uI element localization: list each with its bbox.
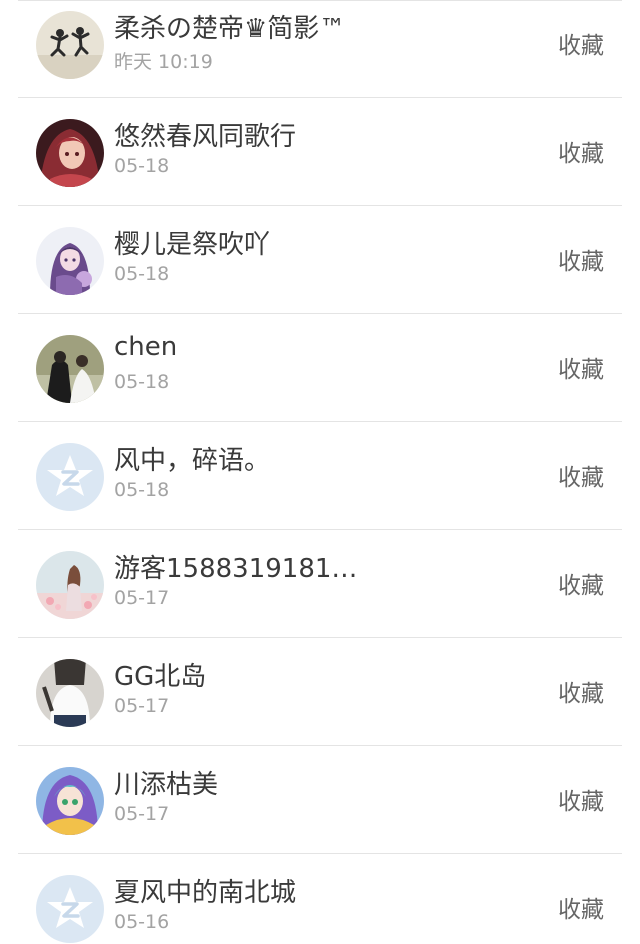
divider — [18, 637, 622, 638]
user-name: 悠然春风同歌行 — [114, 122, 297, 152]
user-name: 柔杀の楚帝♛简影™ — [114, 14, 346, 44]
user-name: 夏风中的南北城 — [114, 878, 297, 908]
favorite-button[interactable]: 收藏 — [558, 674, 604, 708]
favorite-button[interactable]: 收藏 — [558, 458, 604, 492]
timestamp: 05-18 — [114, 263, 170, 285]
timestamp: 05-18 — [114, 371, 170, 393]
divider — [18, 97, 622, 98]
favorite-button[interactable]: 收藏 — [558, 890, 604, 924]
timestamp: 05-18 — [114, 479, 170, 501]
list-item[interactable]: 柔杀の楚帝♛简影™ 昨天 10:19 收藏 — [0, 0, 640, 97]
anime-girl-red-image — [36, 119, 104, 187]
avatar[interactable] — [36, 659, 104, 727]
avatar[interactable] — [36, 119, 104, 187]
divider — [18, 745, 622, 746]
timestamp: 05-17 — [114, 587, 170, 609]
list-item[interactable]: 游客1588319181… 05-17 收藏 — [0, 529, 640, 637]
avatar[interactable] — [36, 335, 104, 403]
favorite-button[interactable]: 收藏 — [558, 134, 604, 168]
anime-girl-purple-image — [36, 227, 104, 295]
user-name: 风中，碎语。 — [114, 446, 271, 476]
favorite-button[interactable]: 收藏 — [558, 782, 604, 816]
avatar[interactable] — [36, 443, 104, 511]
divider — [18, 853, 622, 854]
list-item[interactable]: 风中，碎语。 05-18 收藏 — [0, 421, 640, 529]
photo-couple-image — [36, 335, 104, 403]
avatar[interactable] — [36, 875, 104, 943]
list-item[interactable]: 夏风中的南北城 05-16 收藏 — [0, 853, 640, 944]
list-item[interactable]: 川添枯美 05-17 收藏 — [0, 745, 640, 853]
favorite-button[interactable]: 收藏 — [558, 350, 604, 384]
favorite-button[interactable]: 收藏 — [558, 566, 604, 600]
anime-girl-colorful-image — [36, 767, 104, 835]
user-name: GG北岛 — [114, 662, 207, 692]
user-name: 游客1588319181… — [114, 554, 358, 584]
list-item[interactable]: GG北岛 05-17 收藏 — [0, 637, 640, 745]
favorites-list: 柔杀の楚帝♛简影™ 昨天 10:19 收藏 悠然春风同歌行 05-18 收藏 樱… — [0, 0, 640, 944]
favorite-button[interactable]: 收藏 — [558, 242, 604, 276]
user-name: chen — [114, 332, 178, 362]
divider — [18, 205, 622, 206]
timestamp: 昨天 10:19 — [114, 51, 213, 73]
list-item[interactable]: chen 05-18 收藏 — [0, 313, 640, 421]
avatar[interactable] — [36, 551, 104, 619]
avatar[interactable] — [36, 227, 104, 295]
timestamp: 05-17 — [114, 695, 170, 717]
favorite-button[interactable]: 收藏 — [558, 26, 604, 60]
photo-girl-white-shirt-image — [36, 659, 104, 727]
avatar[interactable] — [36, 767, 104, 835]
divider — [18, 529, 622, 530]
default-qzone-star-image — [36, 875, 104, 943]
photo-two-people-jumping-image — [36, 11, 104, 79]
list-item[interactable]: 悠然春风同歌行 05-18 收藏 — [0, 97, 640, 205]
timestamp: 05-18 — [114, 155, 170, 177]
photo-girl-flowers-image — [36, 551, 104, 619]
divider — [18, 313, 622, 314]
user-name: 川添枯美 — [114, 770, 219, 800]
user-name: 樱儿是祭吹吖 — [114, 230, 271, 260]
timestamp: 05-17 — [114, 803, 170, 825]
divider — [18, 421, 622, 422]
list-item[interactable]: 樱儿是祭吹吖 05-18 收藏 — [0, 205, 640, 313]
timestamp: 05-16 — [114, 911, 170, 933]
default-qzone-star-image — [36, 443, 104, 511]
avatar[interactable] — [36, 11, 104, 79]
